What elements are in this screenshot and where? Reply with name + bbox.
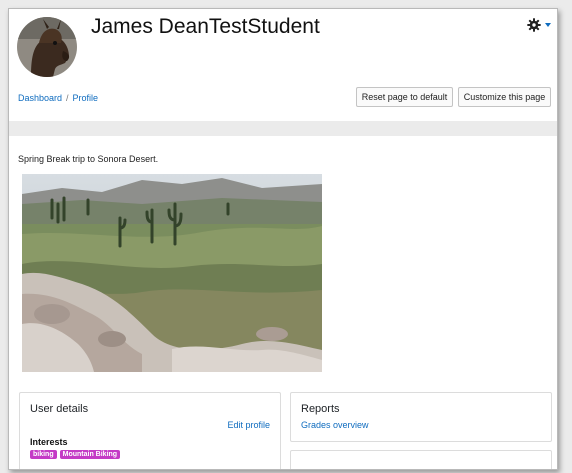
profile-description: Spring Break trip to Sonora Desert. <box>18 154 159 164</box>
reset-page-button[interactable]: Reset page to default <box>356 87 453 107</box>
more-panel <box>290 450 552 469</box>
breadcrumb: Dashboard / Profile <box>18 93 98 103</box>
interests-label: Interests <box>30 437 68 447</box>
user-details-title: User details <box>30 403 89 415</box>
customize-page-button[interactable]: Customize this page <box>458 87 551 107</box>
breadcrumb-dashboard-link[interactable]: Dashboard <box>18 93 62 103</box>
profile-photo <box>22 174 322 372</box>
avatar-image <box>17 17 77 77</box>
user-details-panel: User details Edit profile Interests biki… <box>19 392 281 469</box>
chevron-down-icon <box>545 23 551 27</box>
breadcrumb-profile-link[interactable]: Profile <box>73 93 99 103</box>
settings-menu[interactable] <box>527 18 551 32</box>
reports-title: Reports <box>301 403 340 415</box>
interest-tag[interactable]: Mountain Biking <box>59 450 121 459</box>
interest-tag[interactable]: biking <box>30 450 57 459</box>
page-title: James DeanTestStudent <box>91 15 320 38</box>
reports-panel: Reports Grades overview <box>290 392 552 442</box>
desert-photo <box>22 174 322 372</box>
gear-icon <box>527 18 541 32</box>
grades-overview-link[interactable]: Grades overview <box>301 420 369 430</box>
breadcrumb-separator: / <box>66 93 69 103</box>
interests-tags: biking Mountain Biking <box>30 450 121 459</box>
profile-content: Spring Break trip to Sonora Desert. User… <box>9 136 557 469</box>
page-header: James DeanTestStudent Dashboard / Profil… <box>9 9 557 121</box>
profile-page: James DeanTestStudent Dashboard / Profil… <box>8 8 558 470</box>
edit-profile-link[interactable]: Edit profile <box>227 420 270 430</box>
avatar[interactable] <box>17 17 77 77</box>
